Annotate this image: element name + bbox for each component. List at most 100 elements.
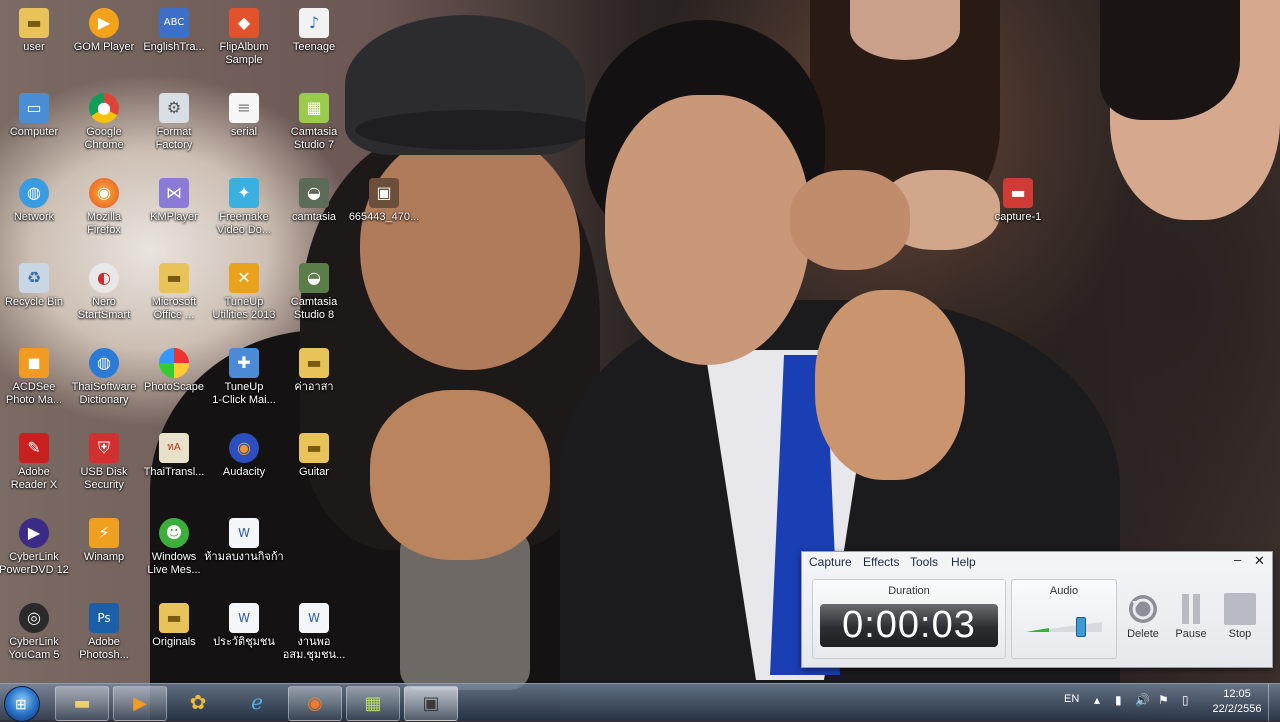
computer-icon: ▭ [19,93,49,123]
folder-icon: ▬ [299,348,329,378]
desktop-icon-user[interactable]: ▬ user [0,8,74,54]
desktop-icon-originals[interactable]: ▬ Originals [134,603,214,649]
folder-icon: ▬ [73,693,91,714]
audio-volume-slider[interactable] [1076,617,1086,637]
delete-button[interactable]: Delete [1121,592,1165,640]
desktop-icon-powerdvd[interactable]: ▶ CyberLink PowerDVD 12 [0,518,74,577]
action-center-flag-icon[interactable]: ⚑ [1158,693,1169,707]
clock-date[interactable]: 22/2/2556 [1204,703,1270,715]
stop-button[interactable]: Stop [1218,592,1262,640]
desktop-icon-winamp[interactable]: ⚡ Winamp [64,518,144,564]
menu-tools[interactable]: Tools [910,555,938,569]
taskbar-paint-app[interactable]: ✿ [178,686,218,719]
desktop-icon-teenage[interactable]: ♪ Teenage [274,8,354,54]
desktop-icon-nero[interactable]: ◐ Nero StartSmart [64,263,144,322]
minimize-button[interactable]: – [1234,552,1241,567]
desktop-icon-mozilla-firefox[interactable]: ◉ Mozilla Firefox [64,178,144,237]
desktop-icon-adobe-reader[interactable]: ✎ Adobe Reader X [0,433,74,492]
desktop-icon-microsoft-office[interactable]: ▬ Microsoft Office ... [134,263,214,322]
capture-file-icon: ▬ [1003,178,1033,208]
thai-translator-icon: ทA [159,433,189,463]
desktop-icon-flipalbum[interactable]: ◆ FlipAlbum Sample [204,8,284,67]
powerdvd-icon: ▶ [19,518,49,548]
folder-icon: ▬ [159,603,189,633]
desktop-icon-word-doc-1[interactable]: W ห้ามลบงานกิจก้า [204,518,284,564]
adobe-reader-icon: ✎ [19,433,49,463]
desktop-icon-format-factory[interactable]: ⚙ Format Factory [134,93,214,152]
desktop-icon-665443[interactable]: ▣ 665443_470... [344,178,424,224]
desktop-icon-audacity[interactable]: ◉ Audacity [204,433,284,479]
delete-icon [1129,595,1157,623]
word-document-icon: W [229,518,259,548]
desktop-icon-photoscape[interactable]: PhotoScape [134,348,214,394]
taskbar-firefox[interactable]: ◉ [288,686,342,721]
pause-label: Pause [1175,628,1207,640]
mp3-file-icon: ♪ [299,8,329,38]
close-button[interactable]: ✕ [1254,553,1265,569]
chrome-icon: ● [89,93,119,123]
taskbar-camtasia-recorder[interactable]: ▣ [404,686,458,721]
clock-time[interactable]: 12:05 [1214,688,1260,700]
desktop-icon-capture-1[interactable]: ▬ capture-1 [978,178,1058,224]
menu-capture[interactable]: Capture [809,555,852,569]
pause-button[interactable]: Pause [1169,592,1213,640]
duration-timer: 0:00:03 [820,604,998,647]
desktop-icon-camtasia-studio-8[interactable]: ◒ Camtasia Studio 8 [274,263,354,322]
show-hidden-icons-arrow-icon[interactable]: ▴ [1094,693,1100,707]
duration-label: Duration [888,585,930,597]
desktop-icon-camtasia[interactable]: ◒ camtasia [274,178,354,224]
recycle-bin-icon: ♻ [19,263,49,293]
battery-icon[interactable]: ▯ [1182,693,1189,707]
desktop-icon-photoshop[interactable]: Ps Adobe Photosh... [64,603,144,662]
desktop-icon-guitar[interactable]: ▬ Guitar [274,433,354,479]
volume-icon[interactable]: 🔊 [1135,693,1150,707]
abc-dictionary-icon: ABC [159,8,189,38]
shield-icon: ⛨ [89,433,119,463]
duration-panel: Duration 0:00:03 [812,579,1006,659]
desktop-icon-tuneup-1click[interactable]: ✚ TuneUp 1-Click Mai... [204,348,284,407]
taskbar-camtasia-studio[interactable]: ▦ [346,686,400,721]
desktop-icon-kmplayer[interactable]: ⋈ KMPlayer [134,178,214,224]
desktop-icon-freemake[interactable]: ✦ Freemake Video Do... [204,178,284,237]
firefox-icon: ◉ [307,693,323,714]
desktop-icon-thaitransl[interactable]: ทA ThaiTransl... [134,433,214,479]
start-button[interactable]: ⊞ [4,686,40,722]
desktop-icon-thaisoftware[interactable]: ◍ ThaiSoftware Dictionary [64,348,144,407]
desktop-icon-windows-live-messenger[interactable]: ☻ Windows Live Mes... [134,518,214,577]
gom-player-icon: ▶ [89,8,119,38]
desktop-icon-acdsee[interactable]: ◼ ACDSee Photo Ma... [0,348,74,407]
desktop-icon-computer[interactable]: ▭ Computer [0,93,74,139]
show-desktop-button[interactable] [1268,684,1280,721]
camtasia-shortcut-icon: ◒ [299,178,329,208]
desktop-icon-youcam[interactable]: ◎ CyberLink YouCam 5 [0,603,74,662]
menu-effects[interactable]: Effects [863,555,899,569]
audacity-icon: ◉ [229,433,259,463]
desktop-icon-gom-player[interactable]: ▶ GOM Player [64,8,144,54]
word-document-icon: W [229,603,259,633]
desktop-icon-serial[interactable]: ≡ serial [204,93,284,139]
desktop-icon-google-chrome[interactable]: ● Google Chrome [64,93,144,152]
desktop-icon-recycle-bin[interactable]: ♻ Recycle Bin [0,263,74,309]
freemake-icon: ✦ [229,178,259,208]
desktop-icon-word-doc-3[interactable]: W งานพอ อสม.ชุมชน... [274,603,354,662]
flipalbum-icon: ◆ [229,8,259,38]
nero-icon: ◐ [89,263,119,293]
desktop-icon-tuneup-2013[interactable]: ✕ TuneUp Utilities 2013 [204,263,284,322]
menu-help[interactable]: Help [951,555,976,569]
language-indicator[interactable]: EN [1064,693,1079,705]
camtasia-icon: ▦ [299,93,329,123]
network-signal-icon[interactable]: ▮ [1115,693,1122,707]
desktop-icon-englishtra[interactable]: ABC EnglishTra... [134,8,214,54]
taskbar-windows-explorer[interactable]: ▬ [55,686,109,721]
image-file-icon: ▣ [369,178,399,208]
stop-icon [1224,593,1256,625]
desktop-icon-network[interactable]: ◍ Network [0,178,74,224]
taskbar-media-player[interactable]: ▶ [113,686,167,721]
taskbar-internet-explorer[interactable]: ℯ [237,686,277,719]
youcam-icon: ◎ [19,603,49,633]
desktop-icon-camtasia-studio-7[interactable]: ▦ Camtasia Studio 7 [274,93,354,152]
desktop-icon-folder-khaasa[interactable]: ▬ ค่าอาสา [274,348,354,394]
taskbar: ⊞ ▬ ▶ ✿ ℯ ◉ ▦ ▣ EN ▴ ▮ 🔊 ⚑ ▯ 12:05 22/2/… [0,683,1280,722]
desktop-icon-word-doc-2[interactable]: W ประวัติชุมชน [204,603,284,649]
desktop-icon-usb-disk-security[interactable]: ⛨ USB Disk Security [64,433,144,492]
